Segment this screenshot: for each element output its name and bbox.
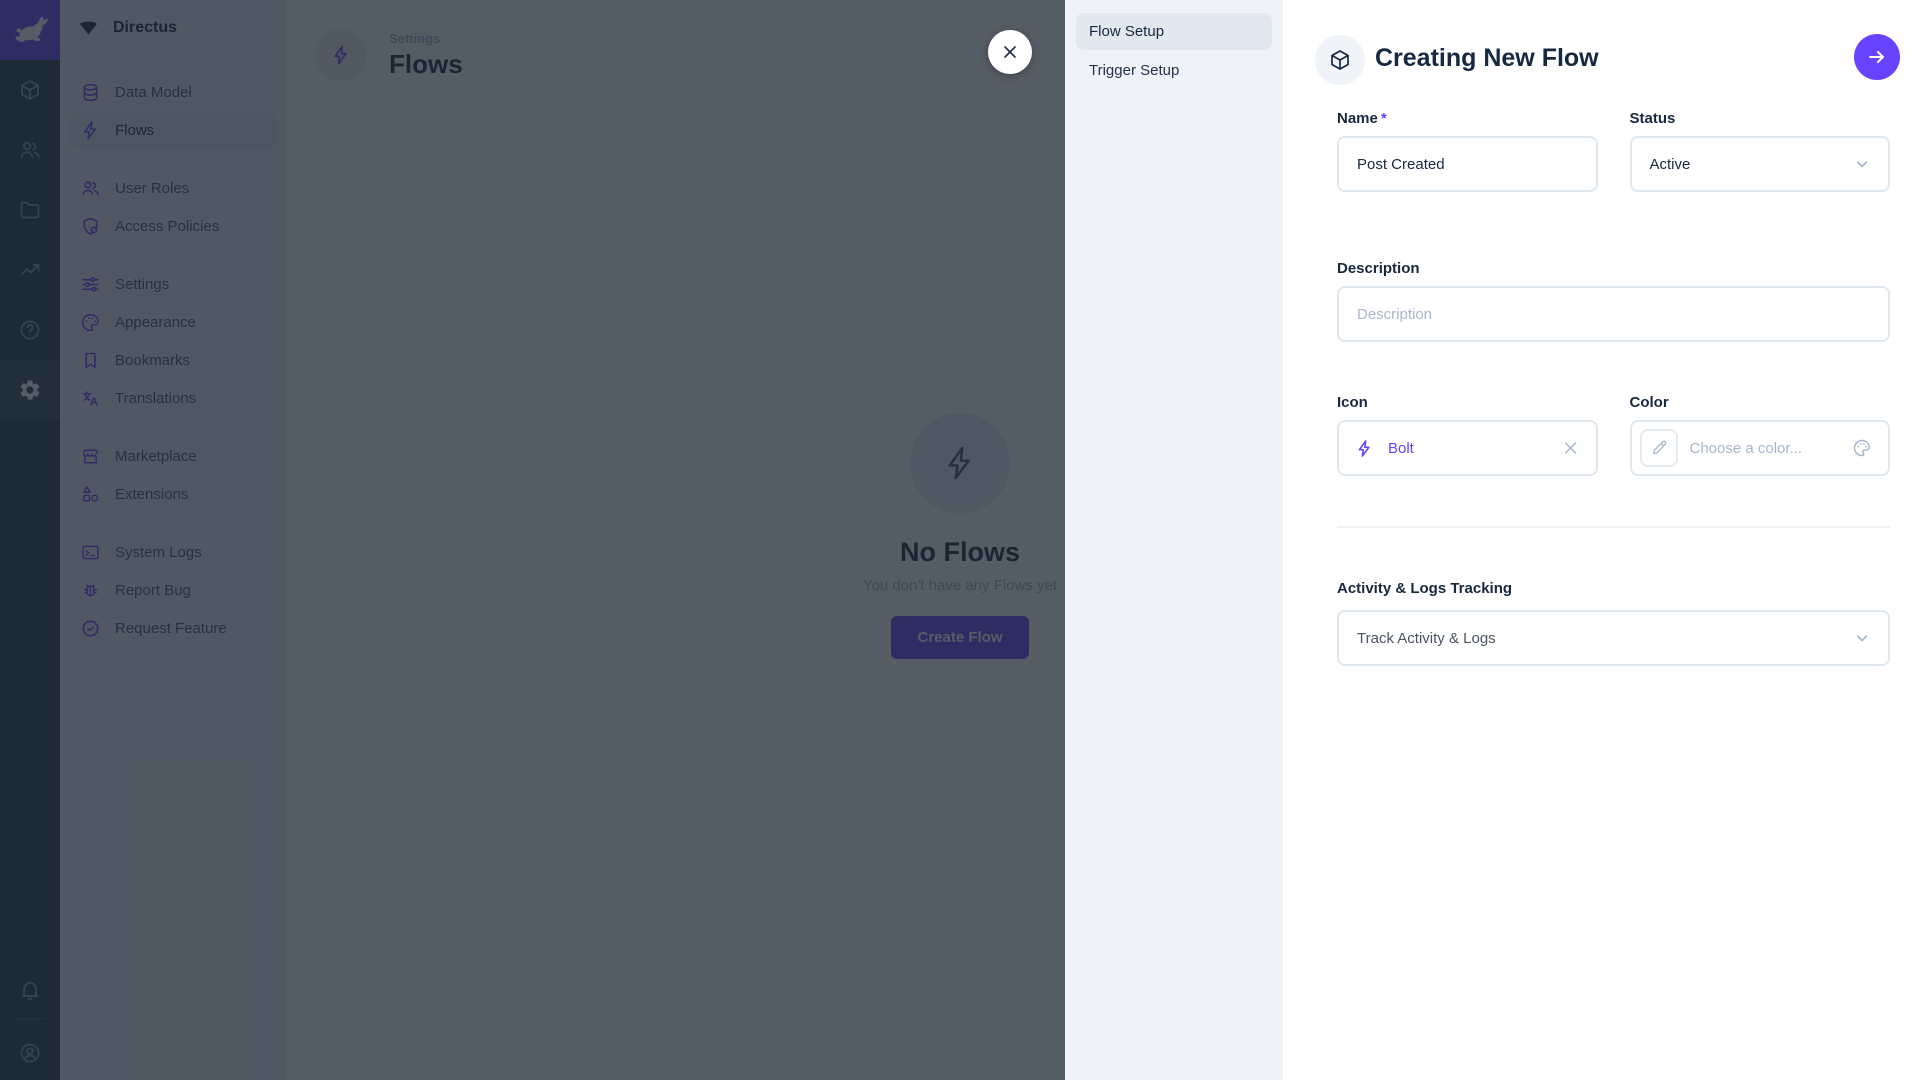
drawer-title: Creating New Flow: [1375, 44, 1599, 73]
arrow-right-icon: [1866, 46, 1888, 68]
status-label: Status: [1630, 110, 1891, 128]
required-asterisk: *: [1381, 110, 1387, 127]
eyedropper-button[interactable]: [1640, 429, 1678, 467]
status-field-group: Status Active: [1630, 110, 1891, 192]
eyedropper-icon: [1650, 439, 1668, 457]
description-label: Description: [1337, 260, 1890, 278]
chevron-down-icon: [1852, 628, 1872, 648]
close-icon: [1000, 42, 1020, 62]
drawer-nav-flow-setup[interactable]: Flow Setup: [1076, 13, 1272, 50]
save-flow-button[interactable]: [1854, 34, 1900, 80]
drawer-main: Creating New Flow Name* Status: [1283, 0, 1920, 1080]
icon-select[interactable]: Bolt: [1337, 420, 1598, 476]
tracking-value: Track Activity & Logs: [1357, 630, 1496, 647]
description-field-group: Description: [1337, 260, 1890, 342]
chevron-down-icon: [1852, 154, 1872, 174]
tracking-label: Activity & Logs Tracking: [1337, 580, 1890, 598]
icon-clear-button[interactable]: [1561, 439, 1580, 458]
drawer-close-button[interactable]: [988, 30, 1032, 74]
flow-setup-form: Name* Status Active: [1337, 110, 1890, 666]
status-value: Active: [1650, 156, 1691, 173]
tracking-select[interactable]: Track Activity & Logs: [1337, 610, 1890, 666]
color-label: Color: [1630, 394, 1891, 412]
icon-field-group: Icon Bolt: [1337, 394, 1598, 476]
color-input[interactable]: Choose a color...: [1630, 420, 1891, 476]
app-window: Directus Data Model Flows: [0, 0, 1920, 1080]
status-select[interactable]: Active: [1630, 136, 1891, 192]
color-field-group: Color Choose a color...: [1630, 394, 1891, 476]
name-input[interactable]: [1337, 136, 1598, 192]
color-placeholder: Choose a color...: [1690, 440, 1803, 457]
drawer-nav-trigger-setup[interactable]: Trigger Setup: [1076, 52, 1272, 89]
drawer-icon-circle: [1315, 35, 1365, 85]
clear-x-icon: [1561, 439, 1580, 458]
palette-icon: [1852, 438, 1872, 458]
cube-icon: [1328, 48, 1352, 72]
icon-value: Bolt: [1388, 440, 1414, 457]
creating-new-flow-drawer: Flow Setup Trigger Setup Creating New Fl…: [1065, 0, 1920, 1080]
bolt-icon: [1355, 439, 1374, 458]
name-label: Name*: [1337, 110, 1598, 128]
drawer-backdrop[interactable]: [0, 0, 1065, 1080]
form-divider: [1337, 526, 1890, 528]
drawer-section-nav: Flow Setup Trigger Setup: [1065, 0, 1283, 1080]
name-field-group: Name*: [1337, 110, 1598, 192]
drawer-header: Creating New Flow: [1283, 0, 1920, 110]
description-input[interactable]: [1337, 286, 1890, 342]
icon-label: Icon: [1337, 394, 1598, 412]
